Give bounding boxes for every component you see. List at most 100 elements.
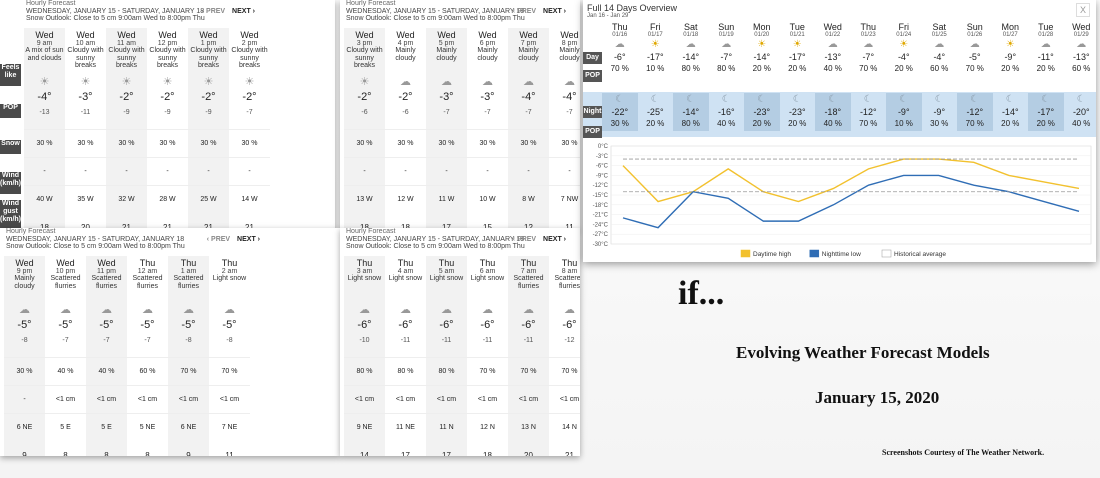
- hour-time: 10 pm: [55, 268, 76, 275]
- next-button[interactable]: NEXT ›: [543, 236, 566, 243]
- hour-gust: 21: [565, 451, 574, 456]
- moon-cloud-icon: ☾: [934, 94, 944, 105]
- panel-nav: ‹ PREV NEXT ›: [207, 236, 260, 243]
- hour-temp: -3°: [439, 91, 454, 103]
- hour-day: Thu: [438, 258, 455, 268]
- hour-snow: -: [467, 157, 508, 185]
- overview-title: Full 14 Days Overview: [587, 3, 678, 13]
- hour-gust: 8: [145, 451, 150, 456]
- hour-wind: 28 W: [147, 185, 188, 213]
- moon-cloud-icon: ☾: [615, 94, 625, 105]
- hour-wind: 13 W: [344, 185, 385, 213]
- next-button[interactable]: NEXT ›: [237, 236, 260, 243]
- overview-pop: 60 %: [930, 64, 949, 73]
- prev-button[interactable]: ‹ PREV: [207, 236, 230, 243]
- hour-feels-like: -9: [123, 109, 130, 116]
- panel-outlook: Snow Outlook: Close to 5 cm 9:00am Wed t…: [26, 15, 205, 22]
- hour-gust: 8: [63, 451, 68, 456]
- hour-temp: -2°: [242, 91, 257, 103]
- hour-feels-like: -9: [205, 109, 212, 116]
- hour-condition: Mainly cloudy: [477, 47, 498, 62]
- prev-button[interactable]: ‹ PREV: [513, 8, 536, 15]
- next-button[interactable]: NEXT ›: [543, 8, 566, 15]
- y-tick-label: -18°C: [593, 203, 609, 209]
- hour-condition: Light snow: [429, 275, 464, 282]
- hour-condition: Scattered flurries: [132, 275, 163, 290]
- overview-night-column: ☾ -25° 20 %: [638, 93, 674, 131]
- hour-wind: 7 NE: [209, 413, 250, 441]
- hour-day: Wed: [519, 30, 538, 40]
- overview-night-column: ☾ -20° 40 %: [1064, 93, 1100, 131]
- hour-pop: 30 %: [4, 357, 45, 385]
- hour-wind: 8 W: [508, 185, 549, 213]
- moon-cloud-icon: ☾: [1005, 94, 1015, 105]
- y-tick-label: 0°C: [598, 144, 609, 150]
- overview-night-column: ☾ -16° 40 %: [709, 93, 745, 131]
- panel-range: WEDNESDAY, JANUARY 15 - SATURDAY, JANUAR…: [6, 235, 185, 243]
- hour-feels-like: -11: [523, 337, 534, 344]
- hour-pop: 30 %: [229, 129, 270, 157]
- hour-pop: 40 %: [45, 357, 86, 385]
- hour-column: Thu 3 am Light snow ☁ -6° -10 80 % <1 cm…: [344, 256, 385, 456]
- hour-condition: Light snow: [347, 275, 382, 282]
- hourly-panel-3: Hourly Forecast WEDNESDAY, JANUARY 15 - …: [0, 228, 340, 456]
- hour-time: 8 pm: [561, 40, 578, 47]
- slide-date: January 15, 2020: [815, 388, 940, 407]
- hour-pop: 60 %: [127, 357, 168, 385]
- hour-temp: -5°: [140, 319, 155, 331]
- hour-column: Wed 4 pm Mainly cloudy ☁ -2° -6 30 % - 1…: [385, 28, 426, 230]
- overview-low: -12°: [859, 107, 877, 117]
- hour-day: Wed: [56, 258, 75, 268]
- hour-snow: -: [24, 157, 65, 185]
- label-feels: Feels like: [0, 64, 21, 86]
- overview-low: -17°: [1037, 107, 1055, 117]
- hour-wind: 14 N: [549, 413, 580, 441]
- hour-pop: 70 %: [168, 357, 209, 385]
- overview-high: -6°: [613, 52, 626, 62]
- panel-range: WEDNESDAY, JANUARY 15 - SATURDAY, JANUAR…: [346, 235, 525, 243]
- panel-nav: ‹ PREV NEXT ›: [513, 236, 566, 243]
- hour-wind: 14 W: [229, 185, 270, 213]
- next-button[interactable]: NEXT ›: [232, 8, 255, 15]
- hour-day: Wed: [478, 30, 497, 40]
- moon-cloud-icon: ☾: [650, 94, 660, 105]
- y-tick-label: -12°C: [593, 183, 609, 189]
- hour-condition: Scattered flurries: [50, 275, 81, 290]
- legend-swatch-historical-average: [881, 249, 892, 258]
- hour-column: Thu 7 am Scattered flurries ☁ -6° -11 70…: [508, 256, 549, 456]
- overview-pop: 20 %: [788, 64, 807, 73]
- close-button[interactable]: X: [1076, 3, 1090, 17]
- hour-condition: Cloudy with sunny breaks: [190, 47, 227, 69]
- cloud-snow-icon: ☁: [934, 39, 945, 50]
- label-pop: POP: [0, 104, 21, 118]
- overview-range: Jan 16 - Jan 29: [587, 13, 629, 19]
- hour-gust: 9: [186, 451, 191, 456]
- panel-header: Hourly Forecast WEDNESDAY, JANUARY 15 - …: [6, 228, 185, 251]
- hour-snow: -: [508, 157, 549, 185]
- hour-column: Wed 9 am A mix of sun and clouds ☀ -4° -…: [24, 28, 65, 230]
- overview-low: -12°: [966, 107, 984, 117]
- prev-button[interactable]: ‹ PREV: [513, 236, 536, 243]
- hour-pop: 80 %: [344, 357, 385, 385]
- legend-label-nighttime-low: Nighttime low: [822, 251, 861, 258]
- hour-wind: 11 NE: [385, 413, 426, 441]
- overview-high: -14°: [753, 52, 771, 62]
- hour-temp: -3°: [480, 91, 495, 103]
- hour-condition: Cloudy with sunny breaks: [67, 47, 104, 69]
- prev-button[interactable]: ‹ PREV: [202, 8, 225, 15]
- hour-pop: 30 %: [147, 129, 188, 157]
- overview-high: -17°: [788, 52, 806, 62]
- overview-low: -9°: [933, 107, 946, 117]
- hour-column: Thu 1 am Scattered flurries ☁ -5° -8 70 …: [168, 256, 209, 456]
- overview-day-column: Thu 01/23 ☁ -7° 70 %: [851, 22, 887, 76]
- hour-day: Thu: [397, 258, 414, 268]
- overview-low: -18°: [824, 107, 842, 117]
- sun-cloud-icon: ☀: [39, 76, 50, 88]
- hour-condition: Scattered flurries: [91, 275, 122, 290]
- hour-wind: 6 NE: [168, 413, 209, 441]
- panel-outlook: Snow Outlook: Close to 5 cm 9:00am Wed t…: [346, 243, 525, 250]
- hour-day: Wed: [560, 30, 579, 40]
- overview-day-column: Sat 01/25 ☁ -4° 60 %: [922, 22, 958, 76]
- sun-icon: ☀: [1005, 39, 1015, 50]
- hourly-panel-2: Hourly Forecast WEDNESDAY, JANUARY 15 - …: [340, 0, 580, 230]
